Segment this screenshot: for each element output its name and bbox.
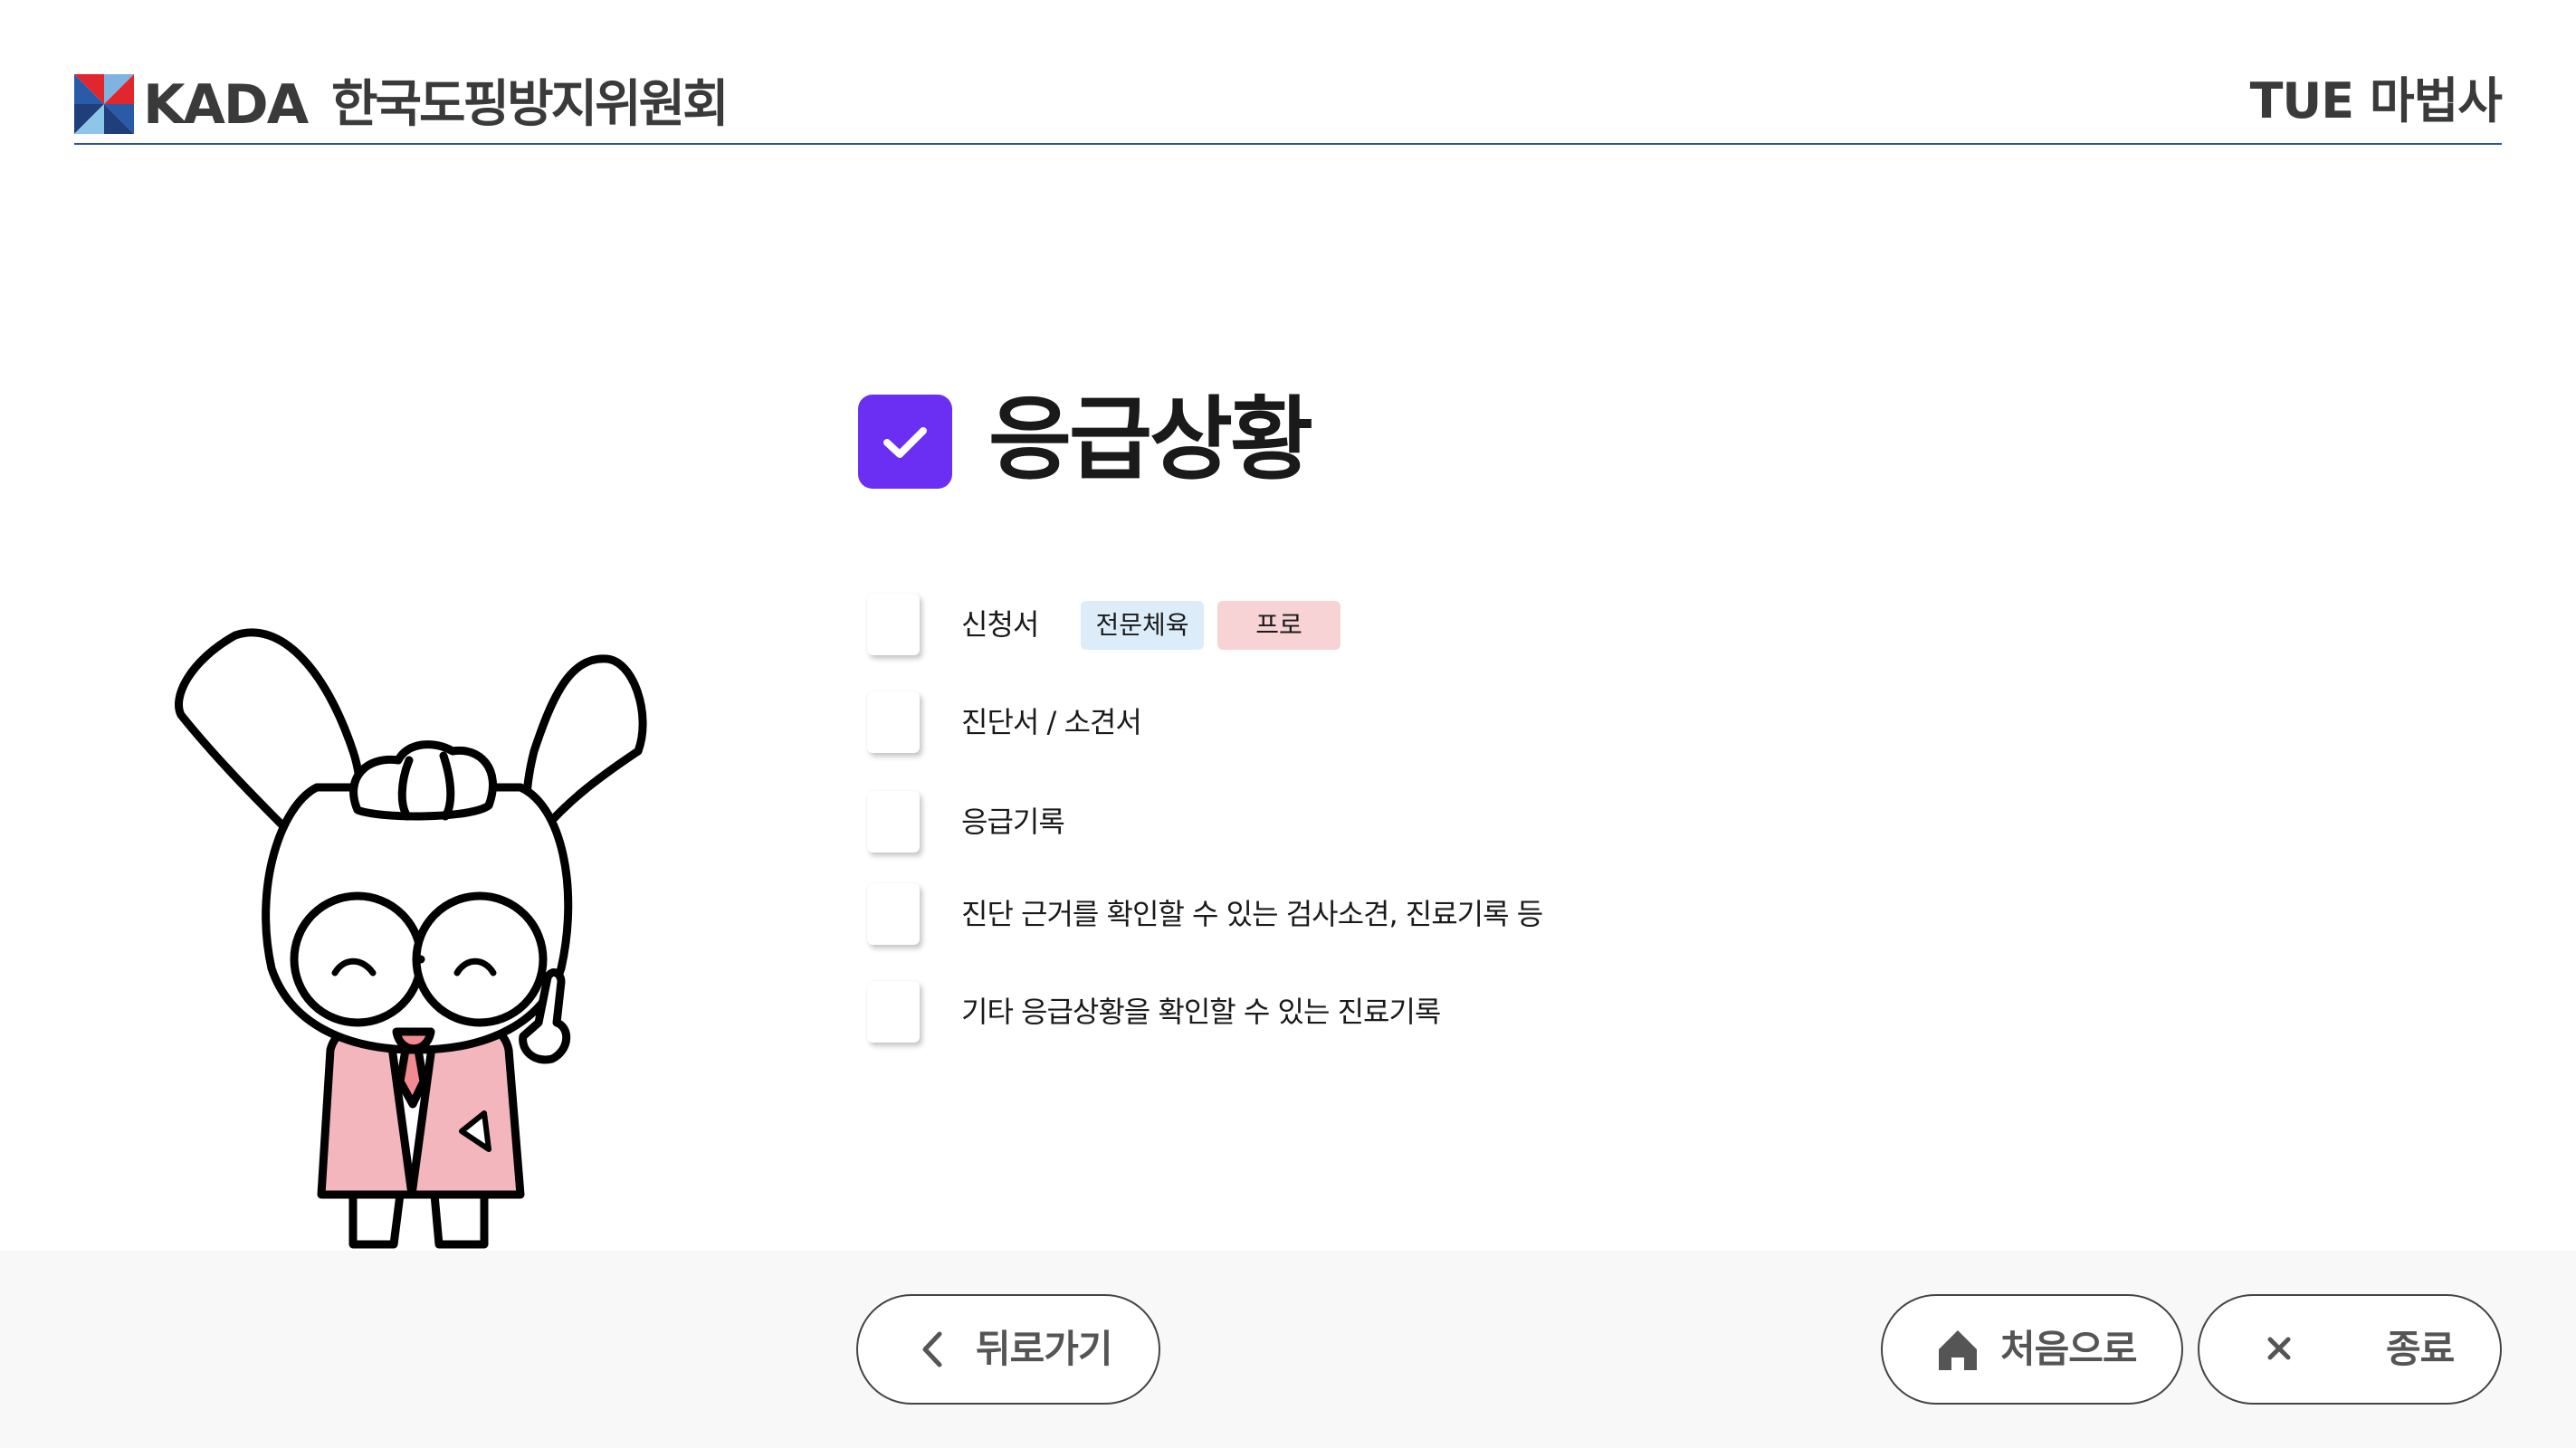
organization-name: 한국도핑방지위원회 <box>331 75 730 134</box>
home-icon <box>1939 1330 1977 1370</box>
close-icon <box>2267 1337 2291 1360</box>
chevron-left-icon <box>922 1331 942 1367</box>
back-button[interactable]: 뒤로가기 <box>856 1294 1160 1405</box>
checklist-item-label: 진단 근거를 확인할 수 있는 검사소견, 진료기록 등 <box>961 897 1543 931</box>
checkbox[interactable] <box>867 791 920 853</box>
home-button[interactable]: 처음으로 <box>1881 1294 2183 1405</box>
section-check-badge <box>858 395 952 489</box>
checklist-item-label: 기타 응급상황을 확인할 수 있는 진료기록 <box>961 995 1441 1029</box>
checklist-item-label: 진단서 / 소견서 <box>961 705 1142 739</box>
home-button-label: 처음으로 <box>2000 1327 2138 1371</box>
checklist-item-application[interactable]: 신청서 전문체육 프로 <box>867 592 2044 664</box>
checklist-item-emergency-record[interactable]: 응급기록 <box>867 789 2044 862</box>
app-header: KADA 한국도핑방지위원회 TUE 마법사 <box>74 63 2503 145</box>
back-button-label: 뒤로가기 <box>976 1327 1113 1371</box>
checkbox[interactable] <box>867 594 920 655</box>
checklist-item-label: 응급기록 <box>961 805 1065 839</box>
badge-pro: 프로 <box>1217 601 1340 650</box>
checklist-item-test-findings[interactable]: 진단 근거를 확인할 수 있는 검사소견, 진료기록 등 <box>867 881 2044 954</box>
kada-logo-icon <box>74 74 134 134</box>
brand-name: KADA <box>143 73 309 137</box>
checklist-item-label: 신청서 <box>961 607 1039 642</box>
mascot-rabbit-doctor-illustration <box>175 628 647 1249</box>
checklist-item-diagnosis[interactable]: 진단서 / 소견서 <box>867 690 2044 762</box>
checkbox[interactable] <box>867 691 920 753</box>
exit-button[interactable]: 종료 <box>2198 1294 2502 1405</box>
footer-bar <box>0 1251 2576 1448</box>
app-title: TUE 마법사 <box>2249 72 2503 129</box>
check-icon <box>883 427 927 458</box>
section-title: 응급상황 <box>988 386 1313 492</box>
exit-button-label: 종료 <box>2386 1327 2455 1371</box>
checkbox[interactable] <box>867 981 920 1043</box>
checkbox[interactable] <box>867 883 920 945</box>
checklist-item-other-records[interactable]: 기타 응급상황을 확인할 수 있는 진료기록 <box>867 979 2044 1052</box>
badge-professional-sports: 전문체육 <box>1081 601 1204 650</box>
